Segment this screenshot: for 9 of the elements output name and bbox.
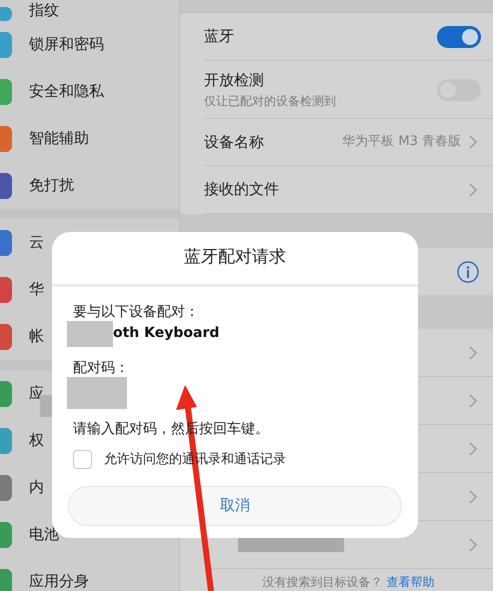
device-name: oth Keyboard (113, 324, 220, 343)
pairing-code-label: 配对码： (73, 359, 129, 378)
dialog-title: 蓝牙配对请求 (184, 246, 286, 270)
help-text: 没有搜索到目标设备？ (262, 574, 382, 591)
setting-label: 蓝牙 (204, 26, 234, 48)
device-name-value: 华为平板 M3 青春版 (342, 133, 461, 152)
pairing-intro: 要与以下设备配对： (73, 303, 200, 322)
setting-description: 仅让已配对的设备检测到 (204, 92, 336, 110)
setting-label: 开放检测 (204, 70, 265, 92)
